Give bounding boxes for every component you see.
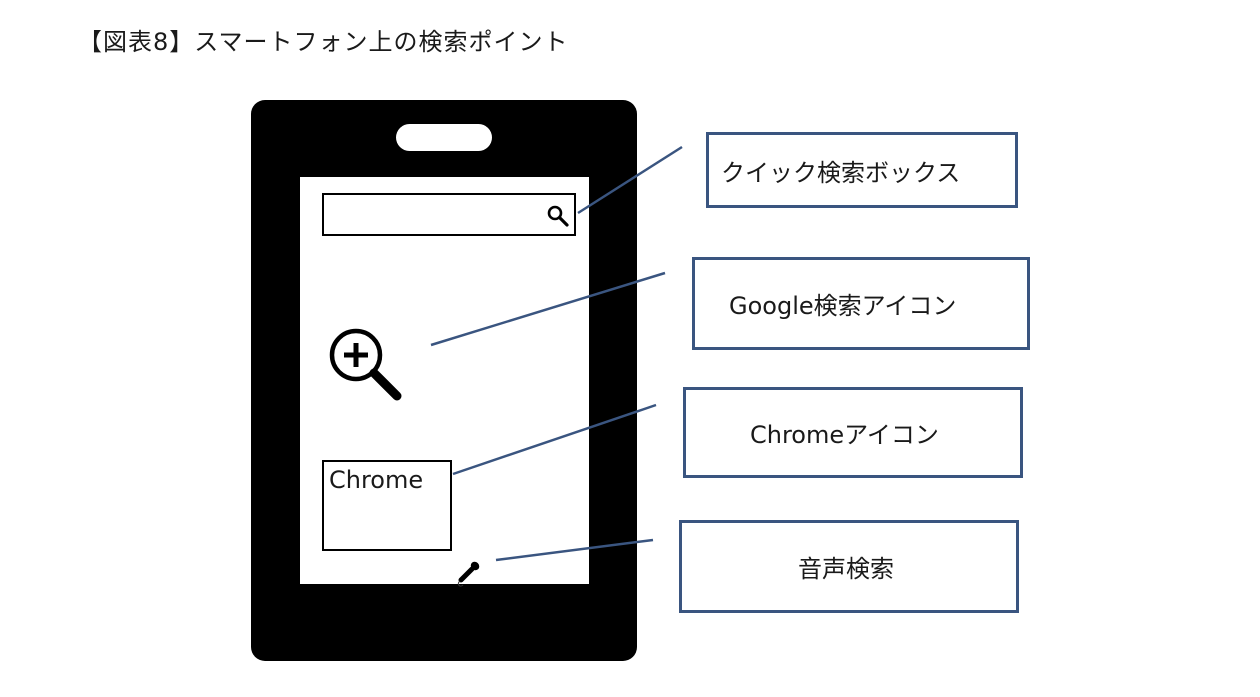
search-icon [547, 205, 569, 227]
callout-google-search-icon: Google検索アイコン [692, 257, 1030, 350]
callout-label: Chromeアイコン [750, 421, 939, 449]
quick-search-box[interactable] [322, 193, 576, 236]
callout-label: 音声検索 [798, 555, 894, 583]
chrome-app-icon[interactable]: Chrome [322, 460, 452, 551]
callout-chrome-icon: Chromeアイコン [683, 387, 1023, 478]
figure-title: 【図表8】スマートフォン上の検索ポイント [78, 28, 569, 56]
google-search-icon[interactable] [327, 326, 405, 404]
chrome-icon-label: Chrome [329, 466, 424, 494]
callout-label: Google検索アイコン [729, 292, 957, 320]
callout-quick-search-box: クイック検索ボックス [706, 132, 1018, 208]
phone-speaker [396, 124, 492, 151]
smartphone: Chrome [251, 100, 637, 661]
phone-screen: Chrome [300, 177, 589, 587]
callout-voice-search: 音声検索 [679, 520, 1019, 613]
callout-label: クイック検索ボックス [721, 158, 961, 187]
microphone-icon[interactable] [454, 558, 484, 588]
